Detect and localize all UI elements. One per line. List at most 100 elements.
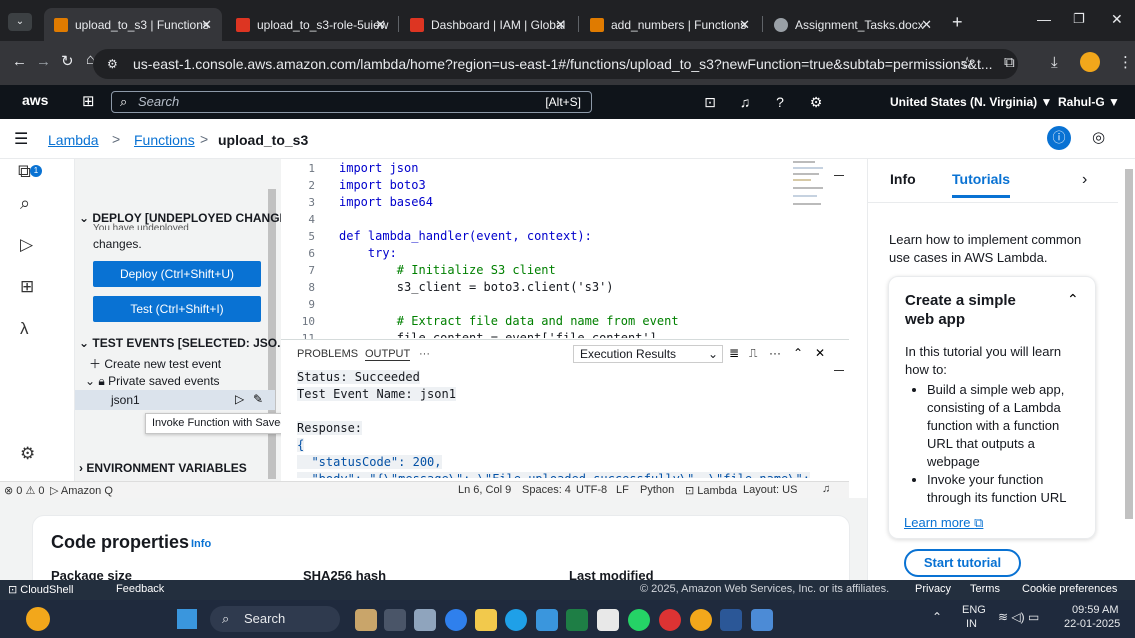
settings-gear-icon[interactable]: ⚙ [803, 91, 829, 113]
task-view-icon[interactable] [384, 609, 406, 631]
account-menu[interactable]: Rahul-G ▼ [1058, 95, 1120, 109]
excel-icon[interactable] [566, 609, 588, 631]
extensions-blocks-icon[interactable]: ⊞ [20, 277, 34, 297]
execution-results-select[interactable]: Execution Results ⌄ [573, 345, 723, 363]
back-icon[interactable]: ← [12, 53, 27, 70]
reload-icon[interactable]: ↻ [61, 52, 74, 70]
wordpad-icon[interactable] [597, 609, 619, 631]
explorer-icon[interactable]: ⧉ [18, 161, 31, 182]
lambda-status[interactable]: ⊡ Lambda [685, 484, 737, 497]
tab-problems[interactable]: PROBLEMS [297, 348, 358, 360]
file-encoding[interactable]: UTF-8 [576, 484, 607, 496]
feedback-icon[interactable]: ◎ [1092, 128, 1105, 146]
close-tab-icon[interactable]: ✕ [555, 17, 566, 33]
weather-widget-icon[interactable] [26, 607, 50, 631]
close-tab-icon[interactable]: ✕ [201, 17, 212, 33]
hamburger-menu-icon[interactable]: ☰ [14, 129, 28, 149]
line-ending[interactable]: LF [616, 484, 629, 496]
sidebar-scrollbar[interactable] [268, 189, 276, 479]
info-link[interactable]: Info [191, 538, 211, 550]
widgets-icon[interactable] [355, 609, 377, 631]
problems-count[interactable]: ⊗ 0 ⚠ 0 [4, 484, 44, 497]
tab-output[interactable]: OUTPUT [365, 348, 411, 361]
chrome-icon[interactable] [690, 609, 712, 631]
lock-scroll-icon[interactable]: ⎍ [749, 346, 757, 361]
aws-logo[interactable]: aws [22, 92, 48, 108]
site-info-icon[interactable]: ⚙ [107, 49, 118, 79]
deploy-run-icon[interactable]: ▷ [20, 235, 33, 255]
new-tab-button[interactable]: + [952, 12, 963, 33]
info-panel-icon[interactable]: ⓘ [1047, 126, 1071, 150]
language-mode[interactable]: Python [640, 484, 674, 496]
cloudshell-button[interactable]: ⊡ CloudShell [8, 583, 73, 596]
desktop-icon[interactable] [414, 609, 436, 631]
services-grid-icon[interactable]: ⊞ [82, 92, 95, 110]
profile-avatar[interactable] [1080, 52, 1100, 72]
settings-gear-icon[interactable]: ⚙ [20, 444, 35, 464]
privacy-link[interactable]: Privacy [915, 583, 951, 595]
notification-bell-icon[interactable]: ♫ [822, 483, 830, 495]
cloudshell-icon[interactable]: ⊡ [697, 91, 723, 113]
amazon-q-status[interactable]: ▷ Amazon Q [50, 484, 113, 497]
breadcrumb-lambda[interactable]: Lambda [48, 132, 99, 148]
menu-kebab-icon[interactable]: ⋮ [1118, 53, 1133, 71]
extensions-icon[interactable]: ⧉ [1004, 54, 1015, 71]
wifi-sound-battery-icon[interactable]: ≋ ◁) ▭ [998, 610, 1039, 624]
test-button[interactable]: Test (Ctrl+Shift+I) [93, 296, 261, 322]
help-panel-scrollbar[interactable] [1125, 169, 1133, 519]
close-window-icon[interactable]: ✕ [1111, 11, 1123, 28]
more-icon[interactable]: ··· [769, 346, 781, 360]
tab-info[interactable]: Info [890, 171, 916, 187]
tab-iam-dashboard[interactable]: Dashboard | IAM | Global ✕ [400, 8, 576, 41]
cookie-preferences-link[interactable]: Cookie preferences [1022, 583, 1117, 595]
file-explorer-icon[interactable] [475, 609, 497, 631]
list-item-json1[interactable]: json1 ▷ ✎ [75, 390, 275, 410]
tab-role[interactable]: upload_to_s3-role-5uiew ✕ [226, 8, 396, 41]
more-tabs-icon[interactable]: ··· [419, 348, 430, 360]
forward-icon[interactable]: → [36, 53, 51, 70]
minimap[interactable] [793, 159, 833, 219]
photos-icon[interactable] [751, 609, 773, 631]
bookmark-star-icon[interactable]: ☆ [960, 53, 974, 73]
address-bar[interactable]: ⚙ us-east-1.console.aws.amazon.com/lambd… [93, 49, 1018, 79]
maximize-panel-icon[interactable]: ⌃ [793, 346, 803, 360]
feedback-link[interactable]: Feedback [116, 583, 164, 595]
tab-assignment[interactable]: Assignment_Tasks.docx ✕ [764, 8, 942, 41]
lambda-icon[interactable]: λ [20, 319, 29, 339]
start-tutorial-button[interactable]: Start tutorial [904, 549, 1021, 577]
tab-upload-to-s3[interactable]: upload_to_s3 | Functions ✕ [44, 8, 222, 41]
cursor-position[interactable]: Ln 6, Col 9 [458, 484, 511, 496]
close-panel-icon[interactable]: ✕ [815, 346, 825, 360]
edit-pencil-icon[interactable]: ✎ [253, 392, 263, 406]
learn-more-link[interactable]: Learn more ⧉ [904, 515, 983, 531]
keyboard-layout[interactable]: Layout: US [743, 484, 797, 496]
tab-search-icon[interactable]: ⌄ [8, 13, 32, 31]
help-icon[interactable]: ? [767, 91, 793, 113]
chevron-up-icon[interactable]: ⌃ [1067, 291, 1079, 308]
tab-tutorials[interactable]: Tutorials [952, 171, 1011, 198]
terms-link[interactable]: Terms [970, 583, 1000, 595]
close-tab-icon[interactable]: ✕ [739, 17, 750, 33]
download-icon[interactable]: ⤓ [1051, 54, 1058, 71]
indent-spaces[interactable]: Spaces: 4 [522, 484, 571, 496]
whatsapp-icon[interactable] [628, 609, 650, 631]
word-icon[interactable] [720, 609, 742, 631]
test-events-header[interactable]: ⌄ TEST EVENTS [SELECTED: JSO... ⊟ + [79, 336, 311, 350]
env-variables-header[interactable]: › ENVIRONMENT VARIABLES [79, 461, 247, 475]
close-tab-icon[interactable]: ✕ [375, 17, 386, 33]
minimize-icon[interactable]: — [1037, 11, 1051, 27]
private-events-folder[interactable]: ⌄ 🔒︎ Private saved events [85, 374, 220, 389]
tab-add-numbers[interactable]: add_numbers | Functions ✕ [580, 8, 760, 41]
region-selector[interactable]: United States (N. Virginia) ▼ [890, 95, 1052, 109]
language-indicator[interactable]: ENG [962, 604, 986, 616]
search-icon[interactable]: ⌕ [20, 193, 30, 214]
aws-search-input[interactable]: ⌕ Search [Alt+S] [111, 91, 592, 113]
close-tab-icon[interactable]: ✕ [921, 17, 932, 33]
restore-icon[interactable]: ❐ [1073, 11, 1085, 27]
windows-start-icon[interactable] [177, 609, 197, 629]
breadcrumb-functions[interactable]: Functions [134, 132, 195, 148]
clock-time[interactable]: 09:59 AM [1072, 604, 1118, 616]
taskbar-search[interactable]: ⌕ Search [210, 606, 340, 632]
notifications-bell-icon[interactable]: ♫ [732, 91, 758, 113]
invoke-play-icon[interactable]: ▷ [235, 392, 244, 406]
